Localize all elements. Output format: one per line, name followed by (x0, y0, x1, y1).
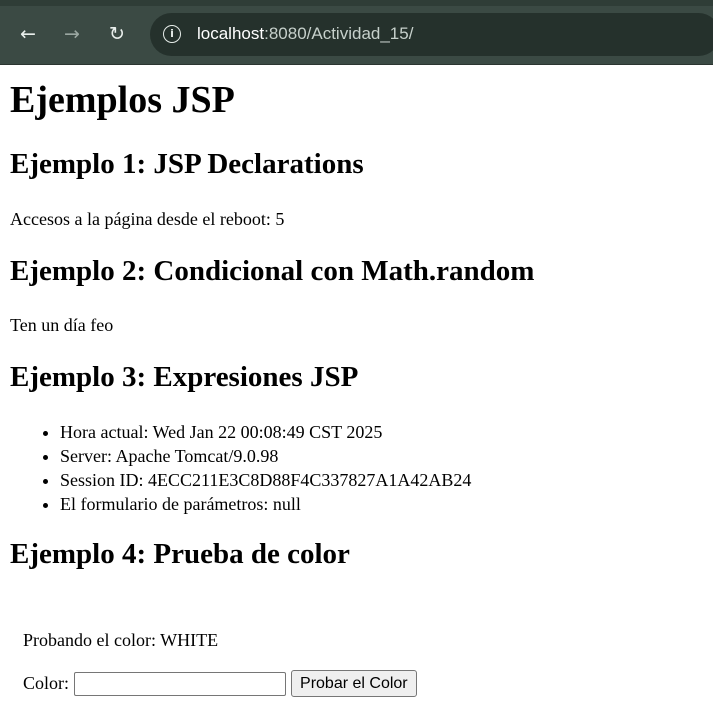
list-item: Session ID: 4ECC211E3C8D88F4C337827A1A42… (60, 468, 471, 492)
color-input[interactable] (74, 671, 287, 696)
color-label: Color: (23, 673, 70, 693)
example-2-text: Ten un día feo (10, 315, 114, 335)
page-title: Ejemplos JSP (10, 79, 235, 121)
list-item: El formulario de parámetros: null (60, 492, 471, 516)
browser-toolbar: ← → ↻ i localhost:8080/Actividad_15/ (0, 0, 713, 65)
address-bar[interactable]: i localhost:8080/Actividad_15/ (150, 13, 713, 56)
example-1-heading: Ejemplo 1: JSP Declarations (10, 148, 364, 180)
url-host: localhost (197, 24, 265, 43)
reload-icon[interactable]: ↻ (103, 20, 131, 48)
url-path: :8080/Actividad_15/ (264, 24, 414, 43)
example-3-heading: Ejemplo 3: Expresiones JSP (10, 361, 359, 393)
list-item: Hora actual: Wed Jan 22 00:08:49 CST 202… (60, 420, 471, 444)
forward-icon[interactable]: → (58, 20, 86, 48)
color-form: Color: Probar el Color (23, 670, 417, 697)
expressions-list: Hora actual: Wed Jan 22 00:08:49 CST 202… (10, 420, 471, 516)
color-test-text: Probando el color: WHITE (23, 630, 219, 650)
site-info-icon[interactable]: i (163, 25, 181, 43)
tab-strip-edge (0, 0, 713, 6)
url-text[interactable]: localhost:8080/Actividad_15/ (197, 24, 413, 44)
probar-color-button[interactable]: Probar el Color (291, 670, 417, 697)
back-icon[interactable]: ← (14, 20, 42, 48)
example-2-heading: Ejemplo 2: Condicional con Math.random (10, 255, 535, 287)
example-1-text: Accesos a la página desde el reboot: 5 (10, 209, 285, 229)
list-item: Server: Apache Tomcat/9.0.98 (60, 444, 471, 468)
example-4-heading: Ejemplo 4: Prueba de color (10, 538, 350, 570)
